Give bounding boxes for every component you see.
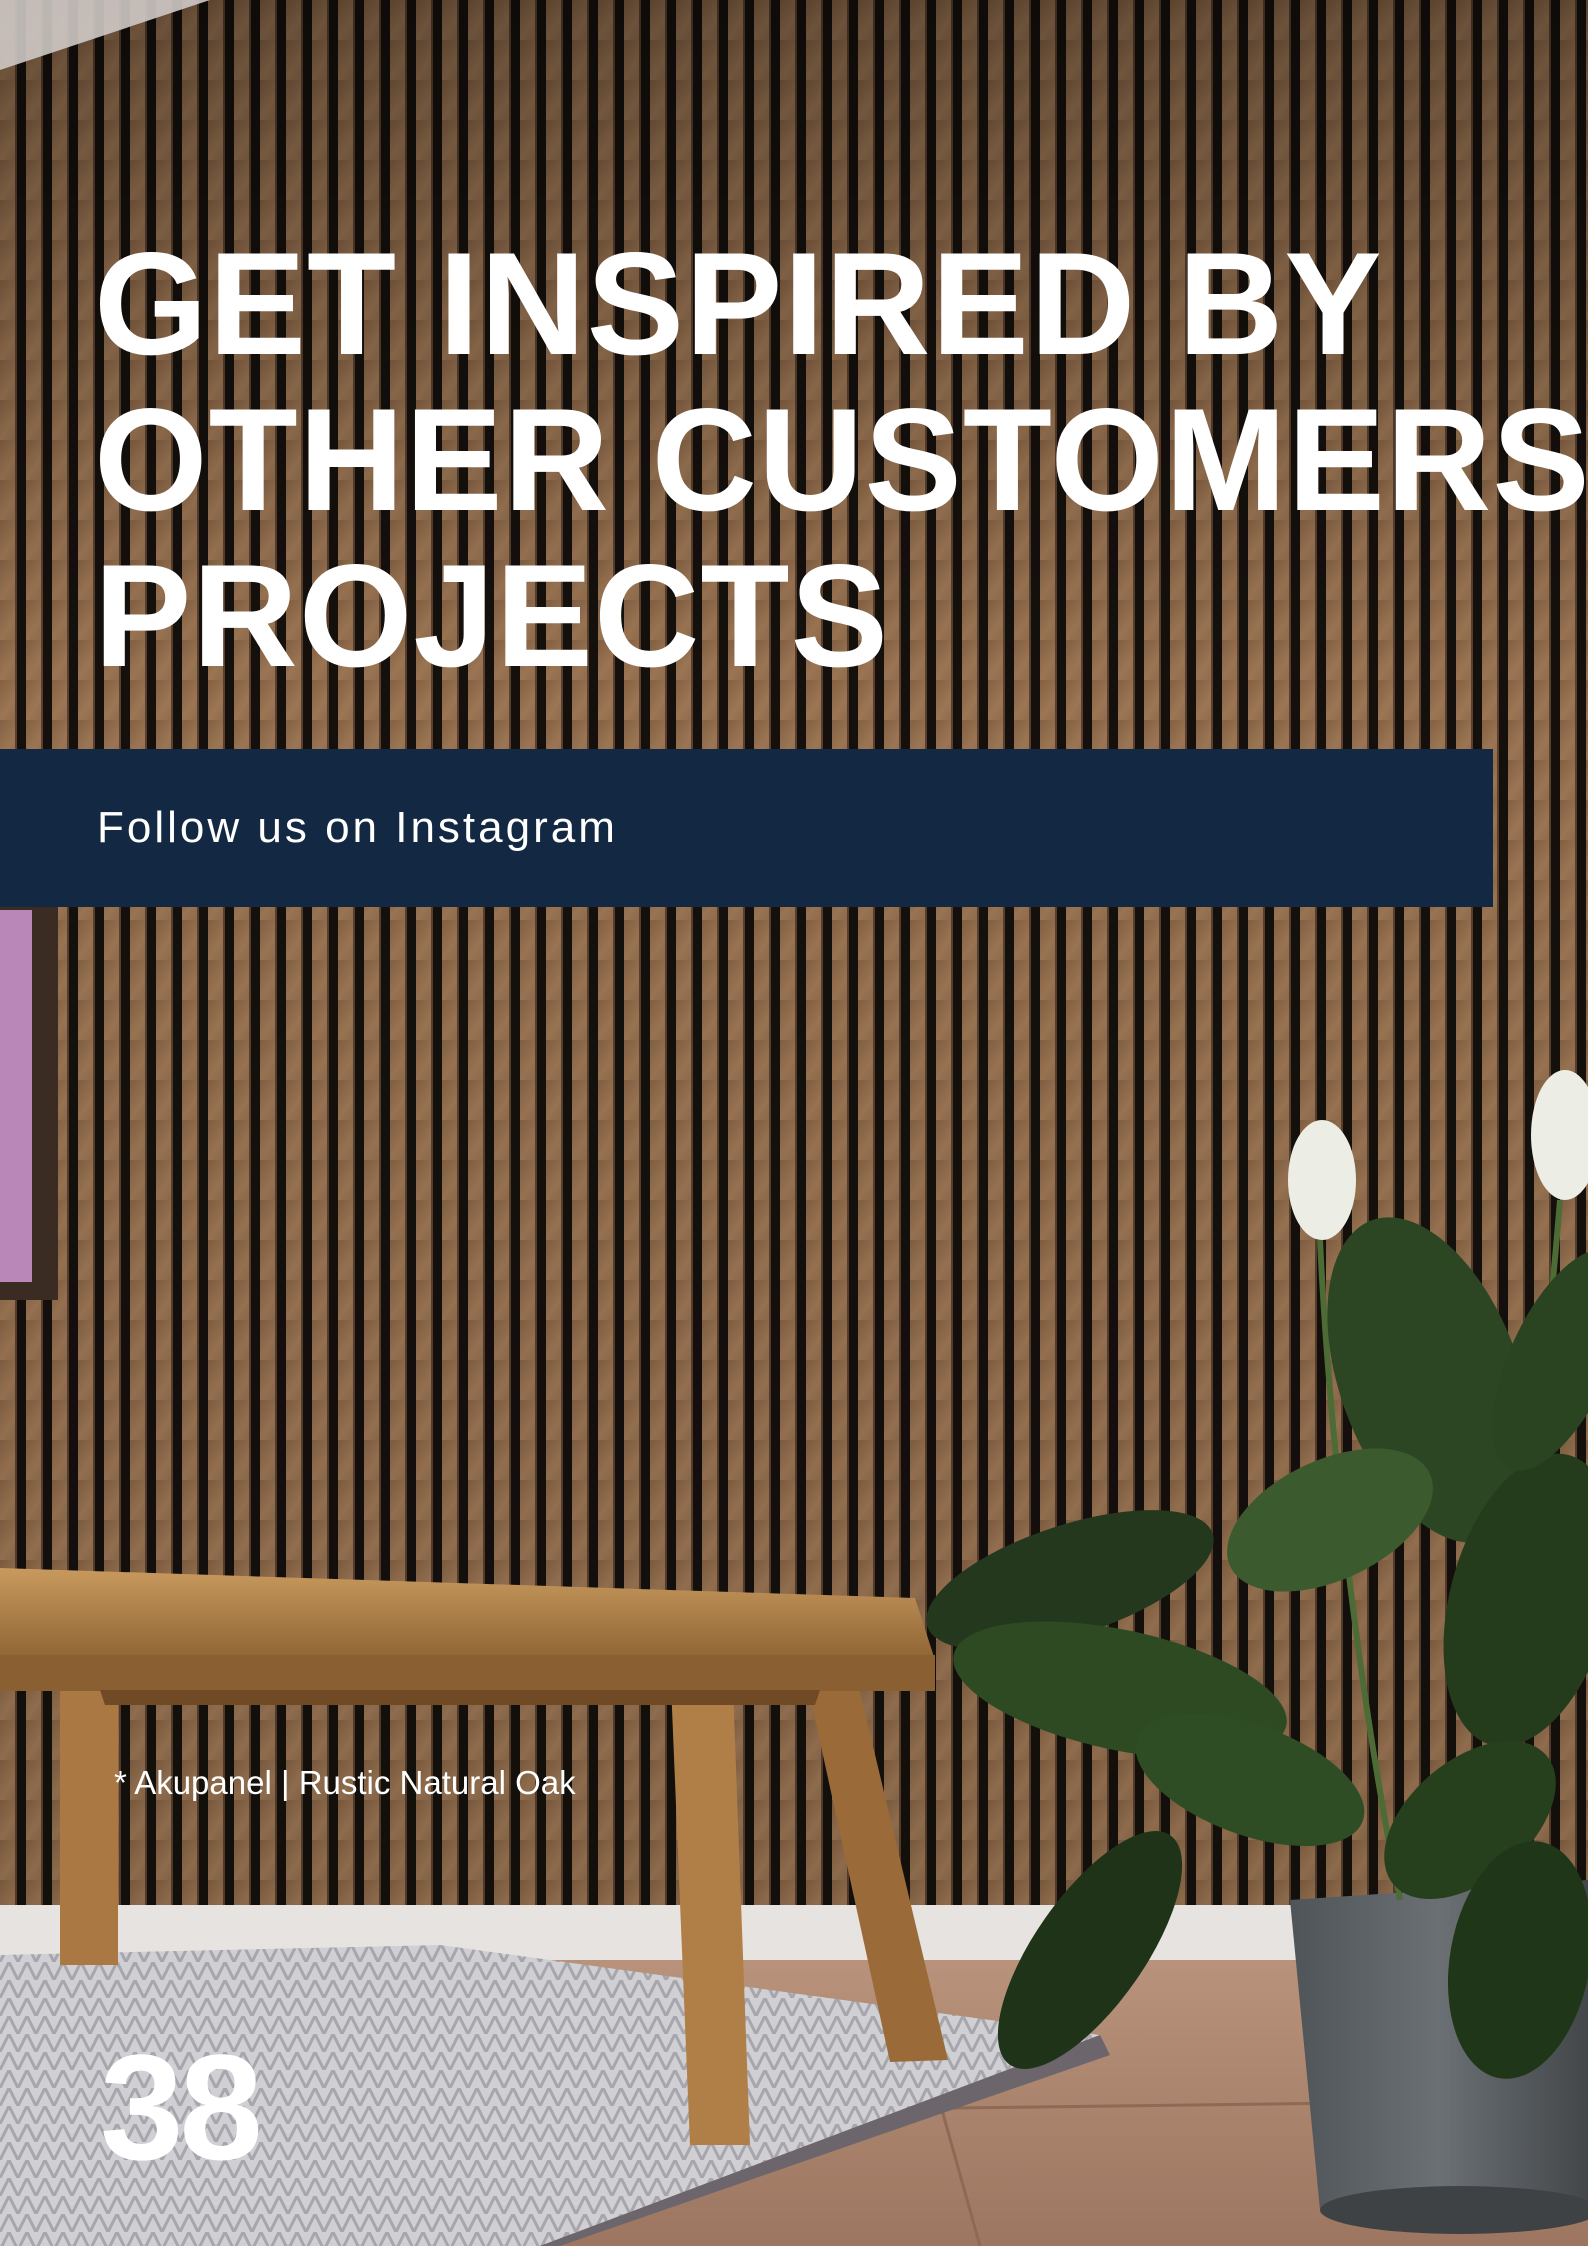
headline-line-1: GET INSPIRED BY bbox=[94, 222, 1383, 385]
brochure-page: GET INSPIRED BY OTHER CUSTOMERS’ PROJECT… bbox=[0, 0, 1588, 2246]
instagram-banner-text: Follow us on Instagram bbox=[97, 803, 618, 852]
page-headline: GET INSPIRED BY OTHER CUSTOMERS’ PROJECT… bbox=[94, 226, 1588, 694]
headline-line-2: OTHER CUSTOMERS’ bbox=[94, 378, 1588, 541]
headline-line-3: PROJECTS bbox=[94, 534, 889, 697]
page-number: 38 bbox=[100, 2023, 263, 2191]
instagram-banner[interactable]: Follow us on Instagram bbox=[0, 749, 1493, 907]
product-caption: * Akupanel | Rustic Natural Oak bbox=[114, 1764, 576, 1801]
